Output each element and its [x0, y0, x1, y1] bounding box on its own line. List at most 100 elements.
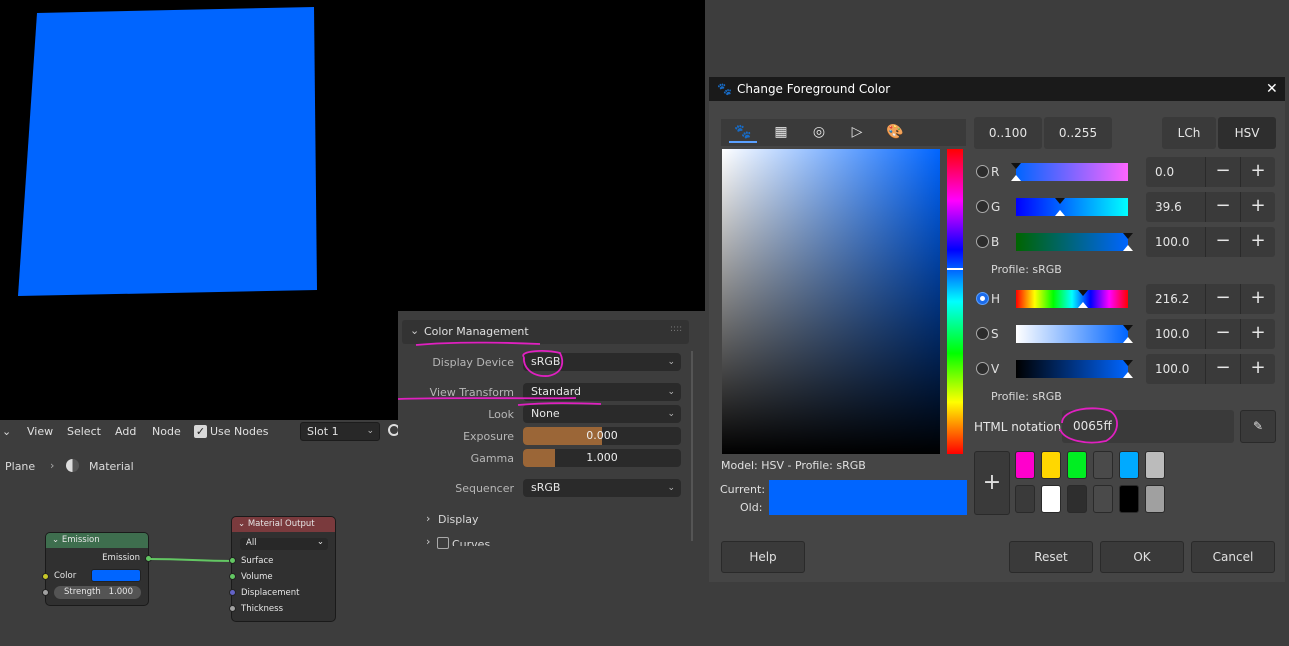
display-section-label[interactable]: Display [438, 513, 479, 526]
gamma-slider[interactable]: 1.000 [523, 449, 681, 467]
g-slider[interactable] [1016, 198, 1128, 216]
collapse-arrow-icon[interactable]: ⌄ [238, 519, 248, 529]
history-swatch[interactable] [1067, 451, 1087, 479]
radio-g[interactable] [976, 200, 989, 213]
hsv-button[interactable]: HSV [1218, 117, 1276, 149]
look-dropdown[interactable]: None ⌄ [523, 405, 681, 423]
radio-v[interactable] [976, 362, 989, 375]
s-increment-button[interactable]: + [1240, 319, 1275, 349]
r-decrement-button[interactable]: − [1205, 157, 1240, 187]
view-transform-dropdown[interactable]: Standard ⌄ [523, 383, 681, 401]
profile-hsv-label: Profile: sRGB [991, 390, 1062, 403]
history-swatch[interactable] [1119, 451, 1139, 479]
v-increment-button[interactable]: + [1240, 354, 1275, 384]
exposure-value: 0.000 [586, 429, 618, 442]
channel-b-label: B [991, 235, 1000, 249]
view-transform-value: Standard [531, 385, 582, 398]
g-increment-button[interactable]: + [1240, 192, 1275, 222]
material-output-node[interactable]: ⌄ Material Output All ⌄ Surface Volume D… [232, 517, 335, 621]
b-increment-button[interactable]: + [1240, 227, 1275, 257]
gamma-label: Gamma [470, 452, 514, 465]
saturation-value-square[interactable] [722, 149, 940, 454]
hue-strip[interactable] [947, 149, 963, 454]
history-swatch[interactable] [1093, 451, 1113, 479]
close-icon[interactable]: ✕ [1266, 77, 1278, 101]
exposure-slider[interactable]: 0.000 [523, 427, 681, 445]
v-slider[interactable] [1016, 360, 1128, 378]
v-value[interactable]: 100.0 [1146, 354, 1205, 384]
chevron-right-icon[interactable]: › [426, 535, 430, 548]
volume-input-socket[interactable] [229, 573, 236, 580]
g-decrement-button[interactable]: − [1205, 192, 1240, 222]
wheel-selector-icon[interactable]: ▷ [843, 121, 871, 143]
curves-section-label[interactable]: Curves [452, 538, 490, 546]
history-swatch[interactable] [1145, 451, 1165, 479]
gimp-logo-icon: 🐾 [717, 82, 732, 96]
history-swatch[interactable] [1119, 485, 1139, 513]
radio-s[interactable] [976, 327, 989, 340]
channel-s-label: S [991, 327, 999, 341]
dialog-titlebar[interactable]: 🐾 Change Foreground Color ✕ [709, 77, 1285, 101]
target-dropdown[interactable]: All ⌄ [240, 537, 328, 550]
b-decrement-button[interactable]: − [1205, 227, 1240, 257]
display-device-dropdown[interactable]: sRGB ⌄ [523, 353, 681, 371]
exposure-label: Exposure [463, 430, 514, 443]
reset-button[interactable]: Reset [1009, 541, 1093, 573]
s-slider[interactable] [1016, 325, 1128, 343]
watercolor-selector-icon[interactable]: ◎ [805, 121, 833, 143]
h-increment-button[interactable]: + [1240, 284, 1275, 314]
color-management-header[interactable]: ⌄ Color Management :::: [402, 320, 689, 344]
gimp-selector-icon[interactable]: 🐾 [729, 121, 757, 143]
s-decrement-button[interactable]: − [1205, 319, 1240, 349]
history-swatch[interactable] [1015, 451, 1035, 479]
h-slider[interactable] [1016, 290, 1128, 308]
h-decrement-button[interactable]: − [1205, 284, 1240, 314]
history-swatch[interactable] [1067, 485, 1087, 513]
b-slider[interactable] [1016, 233, 1128, 251]
radio-b[interactable] [976, 235, 989, 248]
html-notation-input[interactable]: 0065ff [1062, 410, 1234, 443]
sequencer-dropdown[interactable]: sRGB ⌄ [523, 479, 681, 497]
displacement-input-socket[interactable] [229, 589, 236, 596]
thickness-input-socket[interactable] [229, 605, 236, 612]
b-value[interactable]: 100.0 [1146, 227, 1205, 257]
history-swatch[interactable] [1041, 451, 1061, 479]
s-value[interactable]: 100.0 [1146, 319, 1205, 349]
material-output-title: Material Output [247, 519, 315, 529]
history-swatch[interactable] [1145, 485, 1165, 513]
html-notation-label: HTML notation: [974, 420, 1066, 434]
display-device-value: sRGB [531, 355, 561, 368]
scale-0-100-button[interactable]: 0..100 [974, 117, 1042, 149]
cancel-button[interactable]: Cancel [1191, 541, 1275, 573]
scale-0-255-button[interactable]: 0..255 [1044, 117, 1112, 149]
history-swatch[interactable] [1041, 485, 1061, 513]
add-to-history-button[interactable]: + [974, 451, 1010, 515]
material-output-header[interactable]: ⌄ Material Output [232, 517, 335, 532]
surface-input-socket[interactable] [229, 557, 236, 564]
history-swatch[interactable] [1093, 485, 1113, 513]
dialog-title: Change Foreground Color [737, 82, 891, 96]
hue-marker [947, 268, 963, 270]
channel-h-label: H [991, 292, 1001, 306]
history-swatch[interactable] [1015, 485, 1035, 513]
channel-v-label: V [991, 362, 1000, 376]
chevron-right-icon[interactable]: › [426, 512, 430, 525]
color-picker-button[interactable]: ✎ [1240, 410, 1276, 443]
lch-button[interactable]: LCh [1162, 117, 1216, 149]
palette-selector-icon[interactable]: 🎨 [881, 121, 909, 143]
cmyk-selector-icon[interactable]: ▦ [767, 121, 795, 143]
drag-handle-icon[interactable]: :::: [670, 324, 682, 334]
selector-tabs: 🐾 ▦ ◎ ▷ 🎨 [721, 119, 966, 146]
v-decrement-button[interactable]: − [1205, 354, 1240, 384]
radio-r[interactable] [976, 165, 989, 178]
r-slider[interactable] [1016, 163, 1128, 181]
ok-button[interactable]: OK [1100, 541, 1184, 573]
help-button[interactable]: Help [721, 541, 805, 573]
r-value[interactable]: 0.0 [1146, 157, 1205, 187]
g-value[interactable]: 39.6 [1146, 192, 1205, 222]
h-value[interactable]: 216.2 [1146, 284, 1205, 314]
r-increment-button[interactable]: + [1240, 157, 1275, 187]
curves-checkbox[interactable] [437, 537, 449, 549]
radio-h[interactable] [976, 292, 989, 305]
panel-scrollbar[interactable] [691, 351, 693, 541]
